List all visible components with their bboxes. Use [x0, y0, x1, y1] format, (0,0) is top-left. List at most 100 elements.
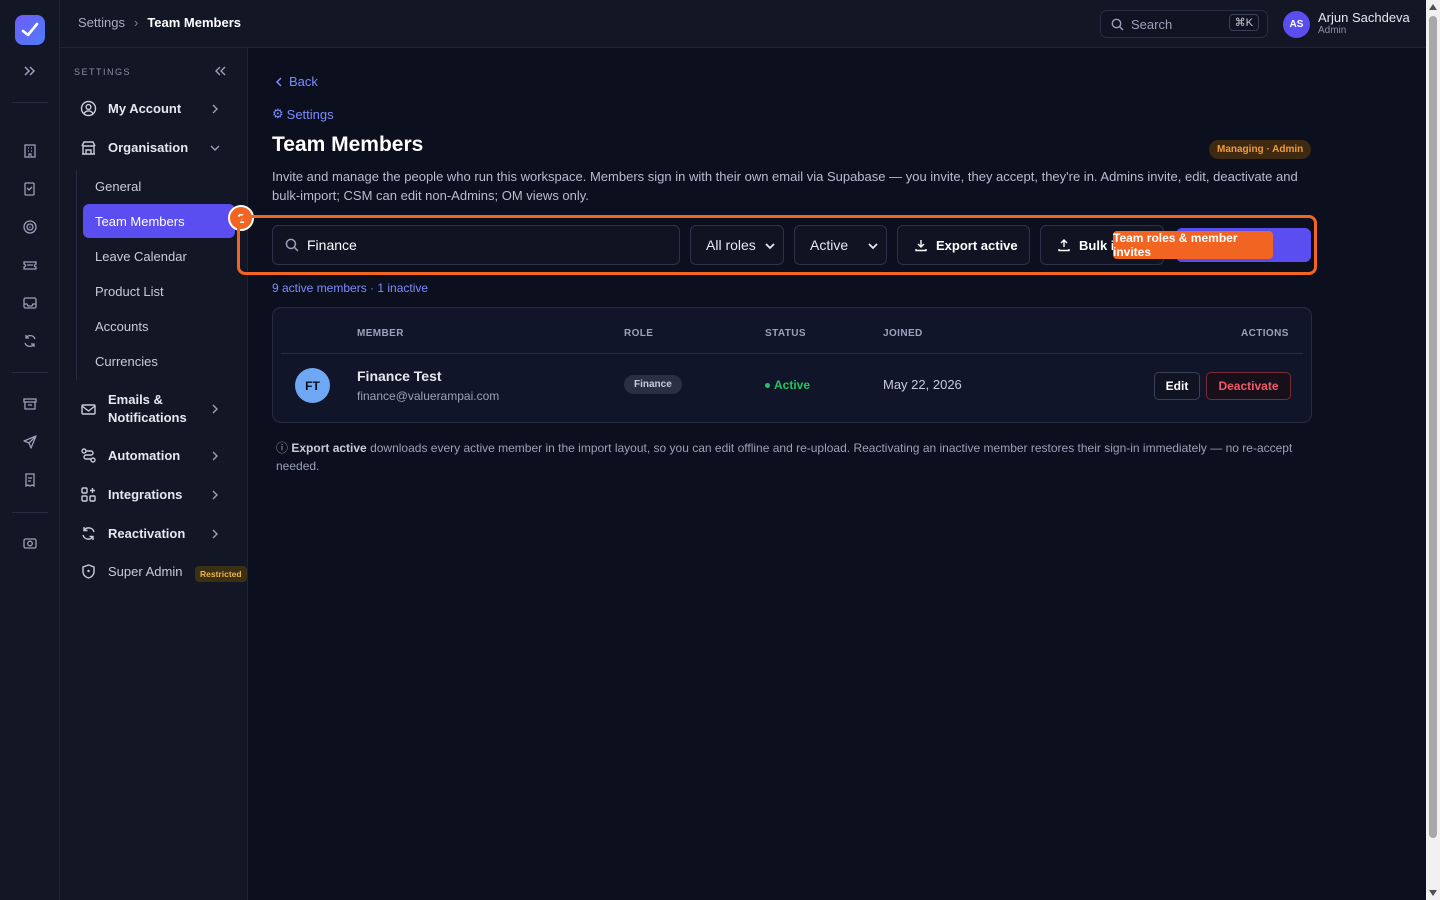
edit-button[interactable]: Edit	[1154, 372, 1200, 400]
breadcrumb-chevron-icon: ›	[133, 15, 139, 30]
page-description: Invite and manage the people who run thi…	[272, 169, 1298, 203]
status-badge: Active	[765, 378, 810, 392]
info-icon: ⓘ	[276, 441, 289, 455]
send-icon[interactable]	[20, 432, 40, 452]
back-label: Back	[289, 74, 318, 89]
member-count: 9 active members · 1 inactive	[272, 281, 429, 295]
note-text: downloads every active member in the imp…	[276, 441, 1293, 473]
export-label: Export active	[936, 237, 1018, 253]
back-link[interactable]: Back	[275, 74, 318, 89]
chevron-right-icon	[212, 451, 218, 460]
chevron-down-icon	[868, 243, 878, 250]
expand-rail-icon[interactable]	[20, 61, 40, 81]
status-dot-icon	[765, 382, 770, 388]
chevron-right-icon	[212, 529, 218, 538]
column-header-actions: ACTIONS	[1241, 328, 1289, 339]
sidebar-item-label: Automation	[108, 448, 181, 463]
settings-link[interactable]: ⚙ Settings	[272, 106, 334, 122]
upload-icon	[1058, 239, 1070, 252]
settings-sidebar: SETTINGS My Account Organisation General…	[60, 48, 248, 900]
members-table: MEMBER ROLE STATUS JOINED ACTIONS FT Fin…	[272, 307, 1312, 423]
status-filter-select[interactable]: Active	[794, 225, 887, 265]
chevron-right-icon	[212, 404, 218, 414]
role-badge: Finance	[624, 375, 682, 394]
sidebar-subitem-leave-calendar[interactable]: Leave Calendar	[83, 239, 235, 273]
status-filter-value: Active	[810, 237, 849, 253]
sidebar-item-automation[interactable]: Automation	[80, 447, 240, 464]
download-icon	[915, 240, 927, 252]
sidebar-item-emails-notifications[interactable]: Emails & Notifications	[80, 391, 240, 427]
organisation-icon	[80, 139, 97, 156]
avatar: FT	[295, 368, 330, 403]
building-icon[interactable]	[20, 141, 40, 161]
sidebar-subitem-team-members[interactable]: Team Members	[83, 204, 235, 238]
sidebar-subitem-product-list[interactable]: Product List	[83, 274, 235, 308]
export-active-button[interactable]: Export active	[897, 225, 1030, 265]
rail-divider	[12, 102, 48, 103]
settings-link-label: Settings	[286, 106, 334, 122]
joined-date: May 22, 2026	[883, 377, 962, 392]
page-title: Team Members	[272, 133, 424, 156]
sidebar-item-my-account[interactable]: My Account	[80, 100, 240, 117]
user-name[interactable]: Arjun Sachdeva	[1318, 10, 1410, 25]
global-search[interactable]: Search ⌘K	[1100, 10, 1268, 38]
bulk-label: Bulk i	[1079, 237, 1115, 253]
deactivate-button[interactable]: Deactivate	[1206, 372, 1291, 400]
breadcrumb-current: Team Members	[147, 15, 242, 30]
archive-icon[interactable]	[20, 394, 40, 414]
sidebar-subitem-general[interactable]: General	[83, 169, 235, 203]
chevron-right-icon	[212, 104, 218, 113]
ticket-icon[interactable]	[20, 255, 40, 275]
sidebar-item-label: Super Admin	[108, 564, 183, 579]
sidebar-subitem-accounts[interactable]: Accounts	[83, 309, 235, 343]
inbox-icon[interactable]	[20, 293, 40, 313]
avatar[interactable]: AS	[1283, 11, 1310, 38]
page-scrollbar[interactable]	[1426, 0, 1440, 900]
column-header-role: ROLE	[624, 328, 654, 339]
receipt-icon[interactable]	[20, 470, 40, 490]
breadcrumb-settings[interactable]: Settings	[78, 15, 125, 30]
column-header-joined: JOINED	[883, 328, 923, 339]
chevron-left-icon	[275, 76, 282, 87]
search-icon	[285, 238, 299, 252]
app-rail	[0, 0, 60, 900]
sidebar-item-label: Organisation	[108, 140, 189, 155]
collapse-sidebar-icon[interactable]	[213, 64, 229, 80]
search-placeholder: Search	[1131, 16, 1173, 32]
member-email: finance@valuerampai.com	[357, 389, 500, 403]
submenu-guide-line	[76, 170, 77, 380]
member-search-input[interactable]	[307, 237, 667, 253]
sidebar-item-label: Reactivation	[108, 526, 186, 541]
role-filter-select[interactable]: All roles	[690, 225, 784, 265]
search-shortcut: ⌘K	[1228, 14, 1259, 31]
sidebar-subitem-currencies[interactable]: Currencies	[83, 344, 235, 378]
target-icon[interactable]	[20, 217, 40, 237]
integrations-icon	[80, 486, 97, 503]
rail-divider	[12, 512, 48, 513]
chevron-down-icon	[210, 145, 220, 151]
top-bar: Settings › Team Members Search ⌘K AS Arj…	[60, 0, 1426, 48]
sidebar-item-integrations[interactable]: Integrations	[80, 486, 240, 503]
member-search-field[interactable]	[272, 225, 680, 265]
app-logo[interactable]	[15, 15, 45, 45]
gear-icon: ⚙	[272, 106, 284, 121]
export-note: ⓘ Export active downloads every active m…	[276, 439, 1296, 475]
member-name: Finance Test	[357, 368, 442, 384]
sidebar-item-reactivation[interactable]: Reactivation	[80, 525, 240, 542]
sidebar-header: SETTINGS	[74, 67, 132, 77]
user-role: Admin	[1318, 25, 1347, 36]
sidebar-item-organisation[interactable]: Organisation	[80, 139, 240, 156]
column-header-status: STATUS	[765, 328, 806, 339]
scrollbar-thumb[interactable]	[1429, 16, 1437, 838]
refresh-icon[interactable]	[20, 331, 40, 351]
refresh-icon	[80, 525, 97, 542]
workflow-icon	[80, 447, 97, 464]
camera-icon[interactable]	[20, 533, 40, 553]
shield-icon	[80, 563, 97, 580]
scroll-up-icon[interactable]	[1429, 4, 1437, 10]
mail-icon	[80, 401, 97, 418]
scroll-down-icon[interactable]	[1429, 890, 1437, 896]
clipboard-check-icon[interactable]	[20, 179, 40, 199]
tour-tooltip: Team roles & member invites	[1113, 231, 1273, 259]
restricted-badge: Restricted	[195, 566, 247, 582]
